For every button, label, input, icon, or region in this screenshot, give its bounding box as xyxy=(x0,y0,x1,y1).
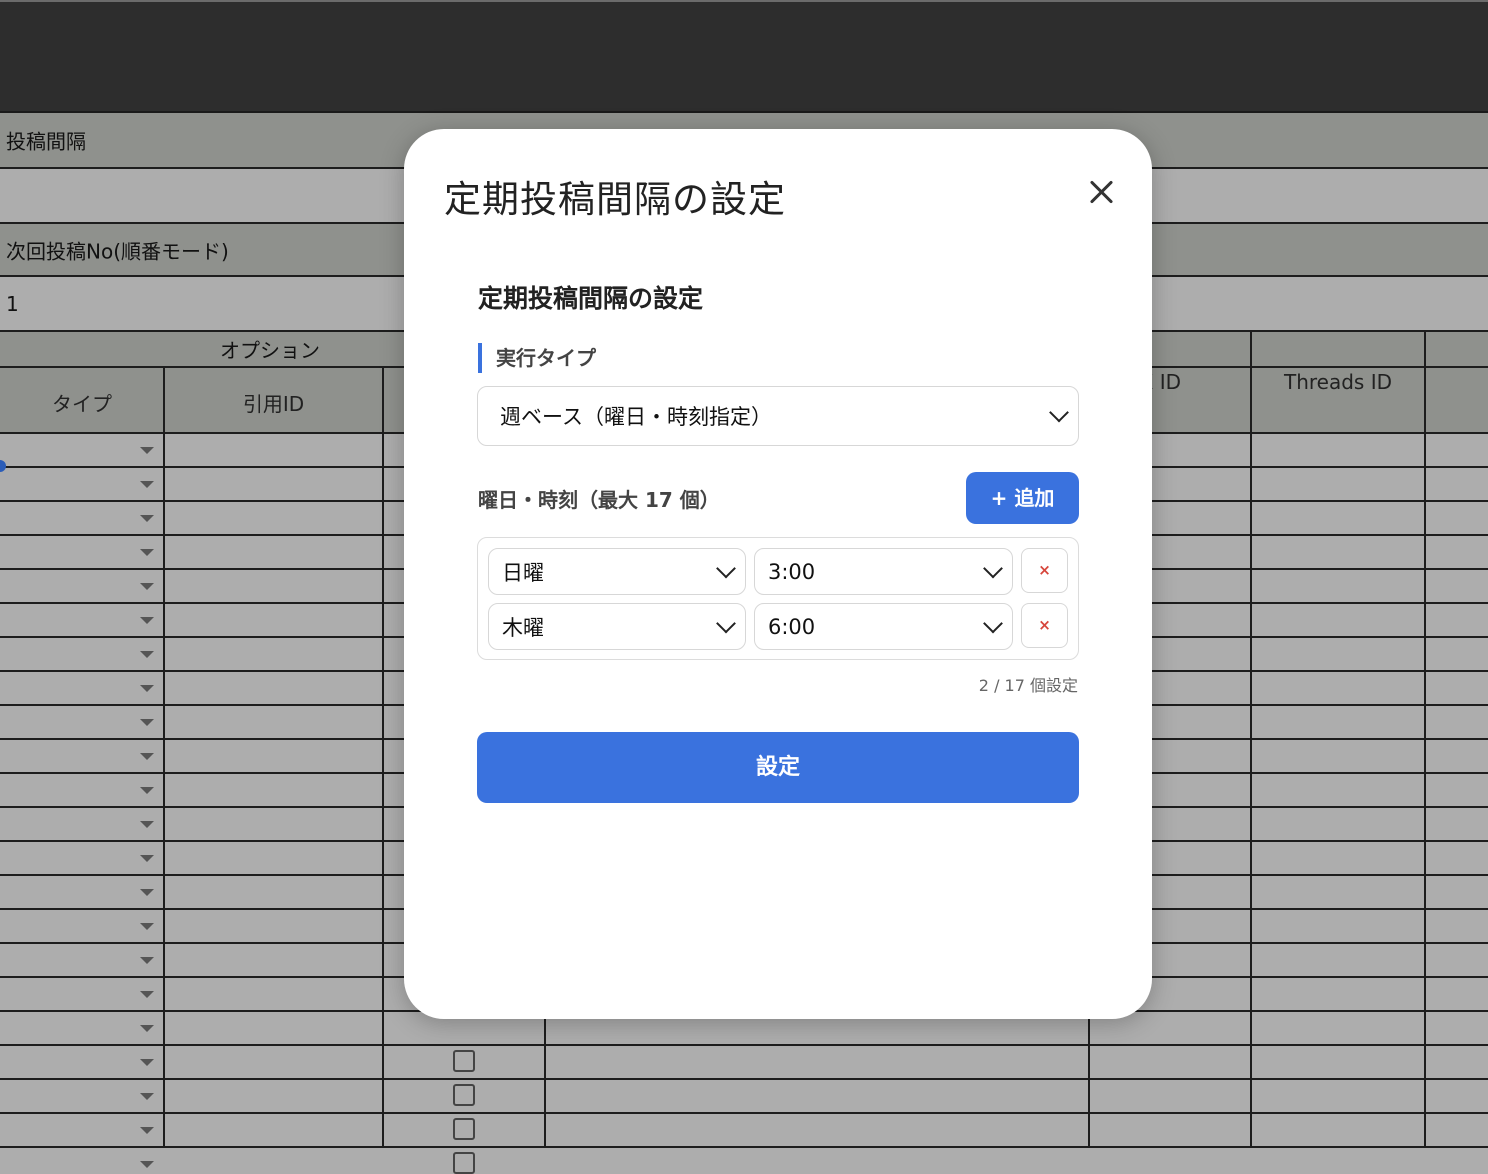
modal-title: 定期投稿間隔の設定 xyxy=(444,178,786,221)
slot-day-select[interactable]: 日曜 xyxy=(488,548,746,595)
submit-button[interactable]: 設定 xyxy=(477,732,1079,803)
dropdown-arrow-icon[interactable] xyxy=(140,549,154,556)
app-topbar xyxy=(0,0,1488,113)
col-header-threads-id[interactable]: Threads ID xyxy=(1251,370,1425,394)
dropdown-arrow-icon[interactable] xyxy=(140,1127,154,1134)
dropdown-arrow-icon[interactable] xyxy=(140,889,154,896)
dropdown-arrow-icon[interactable] xyxy=(140,991,154,998)
slot-day-select[interactable]: 木曜 xyxy=(488,603,746,650)
dropdown-arrow-icon[interactable] xyxy=(140,855,154,862)
slot-time-select[interactable]: 3:00 xyxy=(754,548,1013,595)
chevron-down-icon xyxy=(983,558,1003,578)
chevron-down-icon xyxy=(716,613,736,633)
slot-time-value: 6:00 xyxy=(768,614,816,639)
dropdown-arrow-icon[interactable] xyxy=(140,821,154,828)
row-checkbox[interactable] xyxy=(453,1152,475,1174)
dropdown-arrow-icon[interactable] xyxy=(140,719,154,726)
grid-row-line xyxy=(0,1078,1488,1080)
close-icon: × xyxy=(1038,561,1051,579)
grid-col-line xyxy=(1424,332,1426,1148)
slot-time-value: 3:00 xyxy=(768,559,816,584)
dropdown-arrow-icon[interactable] xyxy=(140,481,154,488)
dropdown-arrow-icon[interactable] xyxy=(140,1093,154,1100)
dropdown-arrow-icon[interactable] xyxy=(140,1059,154,1066)
interval-settings-modal: 定期投稿間隔の設定 定期投稿間隔の設定 実行タイプ 週ベース（曜日・時刻指定） … xyxy=(404,129,1152,1019)
slot-day-value: 木曜 xyxy=(502,615,544,640)
dropdown-arrow-icon[interactable] xyxy=(140,515,154,522)
grid-row-line xyxy=(0,1112,1488,1114)
dropdown-arrow-icon[interactable] xyxy=(140,651,154,658)
dropdown-arrow-icon[interactable] xyxy=(140,923,154,930)
delete-slot-button[interactable]: × xyxy=(1021,548,1068,593)
row-checkbox[interactable] xyxy=(453,1084,475,1106)
add-slot-button[interactable]: + 追加 xyxy=(966,472,1079,524)
dropdown-arrow-icon[interactable] xyxy=(140,957,154,964)
delete-slot-button[interactable]: × xyxy=(1021,603,1068,648)
dropdown-arrow-icon[interactable] xyxy=(140,753,154,760)
close-icon[interactable] xyxy=(1084,175,1118,209)
grid-col-line xyxy=(1250,332,1252,1148)
grid-col-line xyxy=(544,1012,546,1148)
group-header-options: オプション xyxy=(220,338,320,363)
chevron-down-icon xyxy=(983,613,1003,633)
exec-type-value: 週ベース（曜日・時刻指定） xyxy=(500,405,772,429)
col-header-type[interactable]: タイプ xyxy=(0,388,164,417)
dropdown-arrow-icon[interactable] xyxy=(140,583,154,590)
slot-day-value: 日曜 xyxy=(502,560,544,585)
slot-count: 2 / 17 個設定 xyxy=(978,676,1078,695)
col-header-quote-id[interactable]: 引用ID xyxy=(164,388,383,417)
next-post-value: 1 xyxy=(6,291,19,316)
section-title: 定期投稿間隔の設定 xyxy=(478,284,704,313)
grid-row-line xyxy=(0,1044,1488,1046)
exec-type-select[interactable]: 週ベース（曜日・時刻指定） xyxy=(477,386,1079,446)
chevron-down-icon xyxy=(716,558,736,578)
close-icon: × xyxy=(1038,616,1051,634)
chevron-down-icon xyxy=(1049,402,1069,423)
row-checkbox[interactable] xyxy=(453,1050,475,1072)
exec-type-label: 実行タイプ xyxy=(478,343,596,373)
selection-handle[interactable] xyxy=(0,460,6,472)
grid-col-line xyxy=(382,366,384,1148)
grid-col-line xyxy=(1088,1012,1090,1148)
dropdown-arrow-icon[interactable] xyxy=(140,787,154,794)
dropdown-arrow-icon[interactable] xyxy=(140,447,154,454)
dropdown-arrow-icon[interactable] xyxy=(140,685,154,692)
dropdown-arrow-icon[interactable] xyxy=(140,1025,154,1032)
row-interval-label: 投稿間隔 xyxy=(6,129,86,154)
row-next-post-label: 次回投稿No(順番モード) xyxy=(6,239,229,263)
slot-time-select[interactable]: 6:00 xyxy=(754,603,1013,650)
grid-col-line xyxy=(163,366,165,1148)
row-checkbox[interactable] xyxy=(453,1118,475,1140)
slots-label: 曜日・時刻（最大 17 個） xyxy=(478,488,720,512)
dropdown-arrow-icon[interactable] xyxy=(140,617,154,624)
dropdown-arrow-icon[interactable] xyxy=(140,1161,154,1168)
